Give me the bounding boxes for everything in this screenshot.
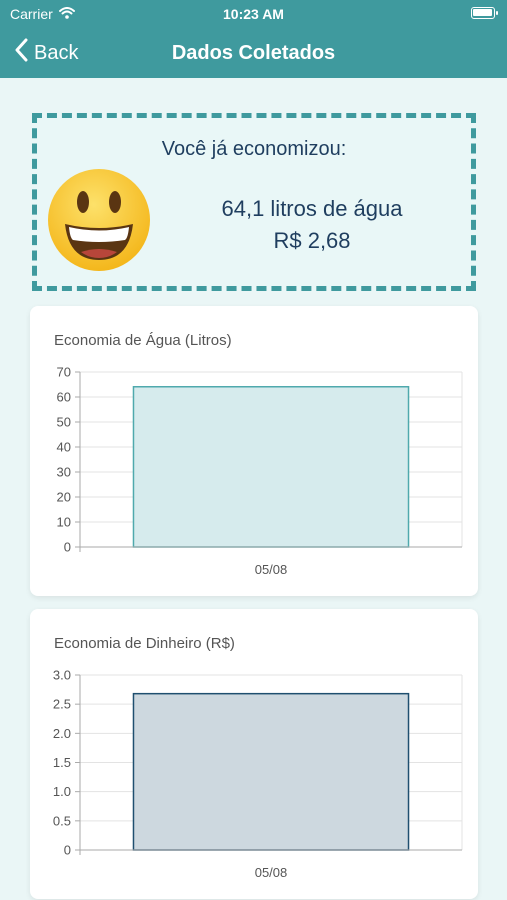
water-savings-value: 64,1 litros de água	[221, 196, 403, 221]
savings-headline: Você já economizou:	[161, 138, 347, 160]
water-chart-y-tick-label: 50	[57, 415, 71, 430]
water-chart-y-tick-label: 0	[64, 540, 71, 555]
navigation-bar: Back Dados Coletados	[0, 30, 507, 78]
money-chart-y-tick-label: 1.5	[53, 755, 71, 770]
money-chart-y-tick-label: 2.0	[53, 726, 71, 741]
money-chart-y-tick-label: 1.0	[53, 784, 71, 799]
smiley-icon	[47, 168, 151, 277]
water-chart-y-tick-label: 70	[57, 365, 71, 380]
money-chart-x-tick-label: 05/08	[255, 865, 288, 880]
water-chart-y-tick-label: 60	[57, 390, 71, 405]
money-chart-card: Economia de Dinheiro (R$) 0 0.5 1.0 1.5 2.0 2…	[30, 609, 478, 899]
water-chart-bar	[132, 386, 410, 548]
water-chart-y-tick-label: 10	[57, 515, 71, 530]
water-chart-card: Economia de Água (Litros) 0 10 20 30 40 50 60 7…	[30, 306, 478, 596]
page-title: Dados Coletados	[171, 42, 336, 64]
water-chart-y-tick-label: 30	[57, 465, 71, 480]
status-bar: Carrier 10:23 AM	[0, 0, 507, 30]
money-chart-y-tick-label: 2.5	[53, 697, 71, 712]
water-bar-chart: 0 10 20 30 40 50 60 70 05/08	[57, 365, 463, 577]
battery-icon	[471, 7, 498, 19]
money-chart-y-tick-label: 0.5	[53, 813, 71, 828]
water-chart-y-tick-label: 20	[57, 490, 71, 505]
money-chart-y-tick-label: 3.0	[53, 668, 71, 683]
money-savings-value: R$ 2,68	[273, 228, 351, 253]
money-bar-chart: 0 0.5 1.0 1.5 2.0 2.5 3.0 05/08	[53, 668, 463, 880]
water-chart-x-tick-label: 05/08	[255, 562, 288, 577]
savings-summary: Você já economizou: 64,1 litros de água …	[32, 113, 476, 291]
clock: 10:23 AM	[223, 6, 284, 22]
money-chart-bar	[132, 692, 410, 851]
water-chart-y-tick-label: 40	[57, 440, 71, 455]
money-chart-y-tick-label: 0	[64, 843, 71, 858]
